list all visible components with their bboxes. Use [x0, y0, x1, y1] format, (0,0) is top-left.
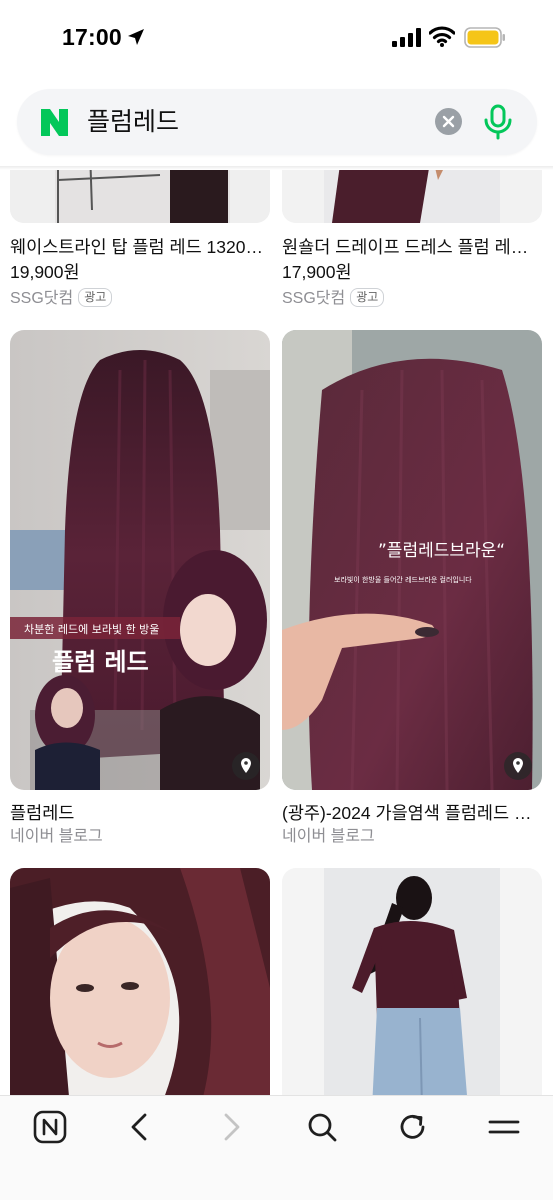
result-image[interactable]: [10, 868, 270, 1095]
naver-logo-icon[interactable]: [39, 108, 70, 137]
result-image[interactable]: [282, 868, 542, 1095]
search-icon[interactable]: [305, 1110, 339, 1144]
result-card[interactable]: [282, 868, 542, 1095]
result-source: 네이버 블로그: [282, 828, 375, 845]
result-card[interactable]: 원숄더 드레이프 드레스 플럼 레드 1... 17,900원 SSG닷컴 광고: [282, 170, 542, 310]
product-photo: [282, 868, 542, 1095]
hair-photo: ”플럼레드브라운“ 보라빛이 한방울 들어간 레드브라운 컬러입니다: [282, 330, 542, 790]
forward-icon[interactable]: [214, 1110, 248, 1144]
result-image[interactable]: ”플럼레드브라운“ 보라빛이 한방울 들어간 레드브라운 컬러입니다: [282, 330, 542, 790]
result-card[interactable]: 웨이스트라인 탑 플럼 레드 132013... 19,900원 SSG닷컴 광고: [10, 170, 270, 310]
image-caption-sub: 보라빛이 한방울 들어간 레드브라운 컬러입니다: [334, 575, 472, 584]
result-price: 17,900원: [282, 262, 352, 282]
clear-search-icon[interactable]: [435, 108, 462, 135]
hair-photo: [10, 868, 270, 1095]
result-source: 네이버 블로그: [10, 828, 103, 845]
ad-badge: 광고: [78, 288, 113, 307]
hair-photo: 차분한 레드에 보라빛 한 방울 플럼 레드: [10, 330, 270, 790]
image-caption-top: 차분한 레드에 보라빛 한 방울: [24, 623, 159, 636]
result-card[interactable]: 차분한 레드에 보라빛 한 방울 플럼 레드 플럼레드 네이버 블로그: [10, 330, 270, 850]
result-image[interactable]: 차분한 레드에 보라빛 한 방울 플럼 레드: [10, 330, 270, 790]
image-caption-main: 플럼 레드: [52, 648, 149, 676]
status-time: 17:00: [62, 24, 122, 50]
result-image[interactable]: [10, 170, 270, 223]
ad-badge: 광고: [350, 288, 385, 307]
back-icon[interactable]: [123, 1110, 157, 1144]
naver-home-icon[interactable]: [33, 1110, 67, 1144]
search-input[interactable]: 플럼레드: [87, 107, 179, 137]
product-photo: [10, 170, 270, 223]
seller-name: SSG닷컴: [10, 290, 74, 307]
status-bar: 17:00: [0, 0, 553, 76]
result-title[interactable]: (광주)-2024 가을염색 플럼레드 레...: [282, 802, 542, 824]
seller-name: SSG닷컴: [282, 290, 346, 307]
result-seller: SSG닷컴 광고: [10, 288, 113, 309]
result-price: 19,900원: [10, 262, 80, 282]
place-pin-icon[interactable]: [232, 752, 260, 780]
signal-icon: [392, 28, 421, 47]
result-title[interactable]: 웨이스트라인 탑 플럼 레드 132013...: [10, 236, 270, 258]
result-image[interactable]: [282, 170, 542, 223]
microphone-icon[interactable]: [483, 104, 513, 140]
search-bar[interactable]: 플럼레드: [17, 89, 537, 155]
result-title[interactable]: 플럼레드: [10, 802, 270, 824]
wifi-icon: [429, 26, 455, 47]
place-pin-icon[interactable]: [504, 752, 532, 780]
location-arrow-icon: [128, 29, 144, 45]
refresh-icon[interactable]: [396, 1110, 430, 1144]
result-seller: SSG닷컴 광고: [282, 288, 385, 309]
image-caption-top: ”플럼레드브라운“: [378, 541, 505, 561]
product-photo: [282, 170, 542, 223]
image-results-grid: 웨이스트라인 탑 플럼 레드 132013... 19,900원 SSG닷컴 광고…: [0, 170, 553, 1095]
result-card[interactable]: [10, 868, 270, 1095]
battery-icon: [464, 27, 505, 48]
menu-icon[interactable]: [487, 1110, 521, 1144]
result-title[interactable]: 원숄더 드레이프 드레스 플럼 레드 1...: [282, 236, 542, 258]
result-card[interactable]: ”플럼레드브라운“ 보라빛이 한방울 들어간 레드브라운 컬러입니다 (광주)-…: [282, 330, 542, 850]
bottom-toolbar: [0, 1095, 553, 1200]
